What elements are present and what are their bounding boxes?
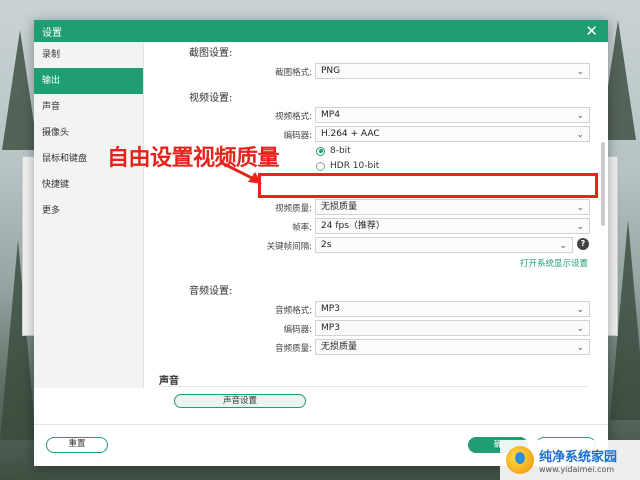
close-icon[interactable]: ✕ [585, 23, 598, 39]
sidebar-item-output[interactable]: 输出 [34, 68, 143, 94]
sound-section-title: 声音 [159, 376, 179, 387]
settings-content: 截图设置: 截图格式: PNG ⌄ 视频设置: 视频格式: MP4 ⌄ 编码器:… [145, 42, 608, 388]
content-scrollbar[interactable] [601, 142, 605, 226]
video-format-label: 视频格式: [275, 112, 312, 122]
framerate-label: 帧率: [292, 223, 312, 233]
sidebar-item-record[interactable]: 录制 [34, 42, 143, 68]
watermark: 纯净系统家园 www.yidaimei.com [500, 440, 640, 480]
chevron-down-icon: ⌄ [576, 324, 584, 334]
radio-hdr-label: HDR 10-bit [330, 161, 380, 171]
chevron-down-icon: ⌄ [576, 222, 584, 232]
screenshot-section-title: 截图设置: [189, 48, 233, 59]
audio-format-value: MP3 [321, 304, 340, 314]
annotation-highlight-box [258, 173, 598, 198]
radio-8bit-label: 8-bit [330, 146, 351, 156]
chevron-down-icon: ⌄ [576, 67, 584, 77]
section-divider [159, 386, 589, 387]
radio-8bit[interactable]: 8-bit [316, 146, 351, 156]
background-tree [2, 30, 38, 150]
dialog-title: 设置 [42, 27, 62, 39]
video-format-value: MP4 [321, 110, 340, 120]
audio-quality-label: 音频质量: [275, 344, 312, 354]
video-quality-label: 视频质量: [275, 204, 312, 214]
audio-format-select[interactable]: MP3 ⌄ [315, 301, 590, 317]
open-system-display-link[interactable]: 打开系统显示设置 [520, 257, 588, 269]
settings-sidebar: 录制 输出 声音 摄像头 鼠标和键盘 快捷键 更多 [34, 42, 144, 388]
audio-encoder-select[interactable]: MP3 ⌄ [315, 320, 590, 336]
sound-settings-button[interactable]: 声音设置 [174, 394, 306, 408]
reset-button[interactable]: 重置 [46, 437, 108, 453]
sidebar-item-sound[interactable]: 声音 [34, 94, 143, 120]
video-format-select[interactable]: MP4 ⌄ [315, 107, 590, 123]
screenshot-format-value: PNG [321, 66, 341, 76]
video-section-title: 视频设置: [189, 93, 233, 104]
audio-section-title: 音频设置: [189, 286, 233, 297]
keyframe-label: 关键帧间隔: [266, 242, 312, 252]
sidebar-item-more[interactable]: 更多 [34, 198, 143, 224]
framerate-value: 24 fps（推荐） [321, 221, 385, 231]
dialog-titlebar: 设置 [34, 20, 608, 42]
watermark-logo-icon [506, 446, 534, 474]
screenshot-format-select[interactable]: PNG ⌄ [315, 63, 590, 79]
watermark-title: 纯净系统家园 [539, 450, 618, 465]
watermark-url: www.yidaimei.com [539, 465, 615, 474]
radio-hdr-10bit[interactable]: HDR 10-bit [316, 161, 379, 171]
chevron-down-icon: ⌄ [559, 241, 567, 251]
video-quality-select[interactable]: 无损质量 ⌄ [315, 199, 590, 215]
audio-format-label: 音频格式: [275, 306, 312, 316]
video-encoder-value: H.264 + AAC [321, 129, 380, 139]
framerate-select[interactable]: 24 fps（推荐） ⌄ [315, 218, 590, 234]
radio-unselected-icon [316, 161, 325, 171]
settings-dialog: 设置 ✕ 录制 输出 声音 摄像头 鼠标和键盘 快捷键 更多 截图设置: 截图格… [34, 20, 608, 466]
chevron-down-icon: ⌄ [576, 111, 584, 121]
sidebar-item-hotkeys[interactable]: 快捷键 [34, 172, 143, 198]
chevron-down-icon: ⌄ [576, 343, 584, 353]
audio-encoder-label: 编码器: [283, 325, 312, 335]
chevron-down-icon: ⌄ [576, 130, 584, 140]
help-icon[interactable]: ? [577, 238, 589, 250]
video-encoder-select[interactable]: H.264 + AAC ⌄ [315, 126, 590, 142]
audio-encoder-value: MP3 [321, 323, 340, 333]
audio-quality-select[interactable]: 无损质量 ⌄ [315, 339, 590, 355]
keyframe-select[interactable]: 2s ⌄ [315, 237, 573, 253]
chevron-down-icon: ⌄ [576, 203, 584, 213]
chevron-down-icon: ⌄ [576, 305, 584, 315]
screenshot-format-label: 截图格式: [275, 68, 312, 78]
radio-selected-icon [316, 146, 325, 156]
keyframe-value: 2s [321, 240, 332, 250]
video-quality-value: 无损质量 [321, 202, 358, 212]
audio-quality-value: 无损质量 [321, 342, 358, 352]
